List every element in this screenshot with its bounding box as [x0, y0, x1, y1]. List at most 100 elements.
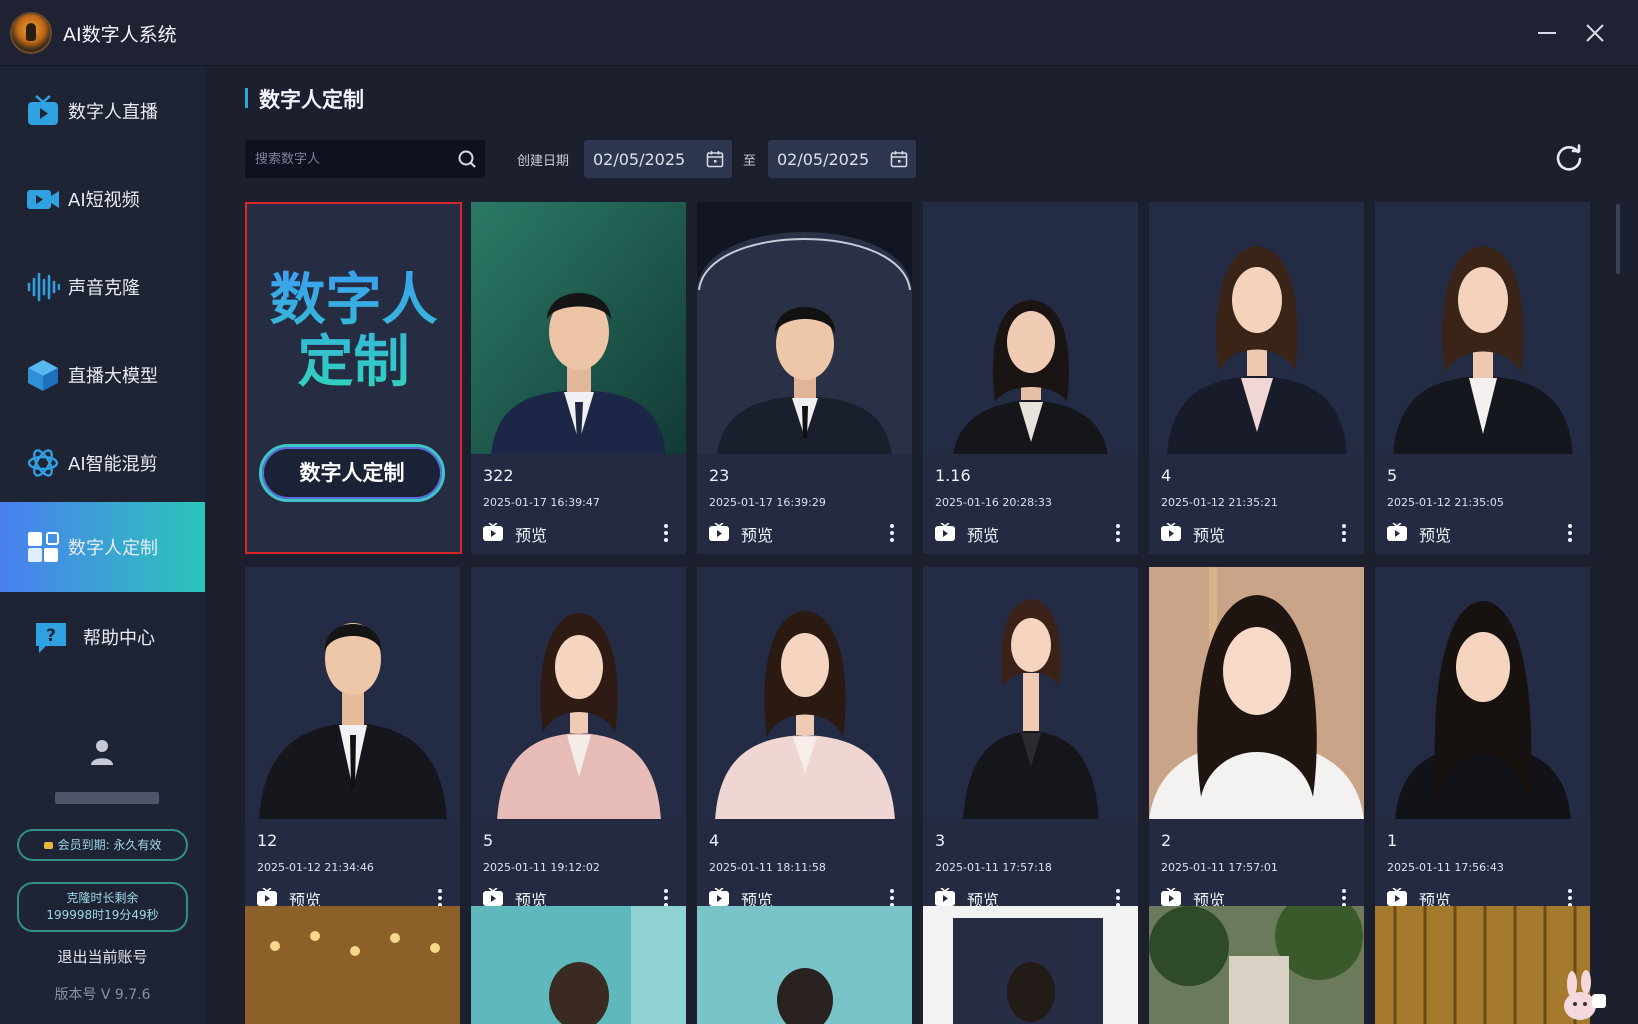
- end-date-picker[interactable]: 02/05/2025: [768, 140, 916, 178]
- avatar-created-time: 2025-01-12 21:35:21: [1161, 496, 1278, 509]
- main-content: 数字人定制 创建日期 02/05/2025 至 02/05/2025 数字人 定…: [205, 66, 1638, 1024]
- avatar-thumbnail[interactable]: [923, 906, 1138, 1024]
- svg-text:?: ?: [46, 626, 56, 646]
- preview-label: 预览: [1419, 526, 1452, 545]
- avatar-created-time: 2025-01-12 21:34:46: [257, 861, 374, 874]
- sidebar-item-label: 数字人直播: [68, 102, 158, 123]
- avatar-card[interactable]: 23 2025-01-17 16:39:29 预览: [697, 202, 912, 554]
- more-options-icon[interactable]: [1113, 522, 1123, 544]
- date-filter-label: 创建日期: [517, 154, 570, 169]
- avatar-thumbnail[interactable]: [471, 906, 686, 1024]
- grid-scrollbar[interactable]: [1616, 204, 1620, 274]
- avatar-name: 23: [709, 466, 730, 485]
- avatar-info: 23 2025-01-17 16:39:29 预览: [697, 454, 912, 554]
- avatar-thumbnail: [697, 202, 912, 456]
- avatar-thumbnail[interactable]: [245, 906, 460, 1024]
- clone-duration-label: 克隆时长剩余: [66, 891, 139, 905]
- preview-button[interactable]: 预览: [483, 520, 563, 545]
- preview-video-icon: [935, 523, 955, 541]
- preview-video-icon: [1161, 523, 1181, 541]
- avatar-info: 322 2025-01-17 16:39:47 预览: [471, 454, 686, 554]
- user-avatar-icon: [91, 740, 113, 765]
- avatar-card[interactable]: 1 2025-01-11 17:56:43 预览: [1375, 567, 1590, 919]
- clone-duration-box: 克隆时长剩余 199998时19分49秒: [17, 882, 188, 932]
- preview-video-icon: [1387, 523, 1407, 541]
- avatar-thumbnail[interactable]: [1149, 906, 1364, 1024]
- clone-duration-value: 199998时19分49秒: [46, 908, 159, 922]
- avatar-card[interactable]: 5 2025-01-12 21:35:05 预览: [1375, 202, 1590, 554]
- date-range-separator: 至: [743, 154, 757, 169]
- sidebar-item-label: 声音克隆: [68, 278, 140, 299]
- preview-video-icon: [1387, 888, 1407, 906]
- avatar-created-time: 2025-01-11 17:57:01: [1161, 861, 1278, 874]
- preview-video-icon: [709, 888, 729, 906]
- avatar-name: 322: [483, 466, 514, 485]
- sidebar-item-short-video[interactable]: AI短视频: [0, 154, 205, 244]
- avatar-info: 2 2025-01-11 17:57:01 预览: [1149, 819, 1364, 919]
- avatar-card[interactable]: 4 2025-01-11 18:11:58 预览: [697, 567, 912, 919]
- page-title: 数字人定制: [245, 84, 364, 114]
- calendar-icon: [706, 151, 724, 168]
- avatar-card[interactable]: 12 2025-01-12 21:34:46 预览: [245, 567, 460, 919]
- logout-link[interactable]: 退出当前账号: [0, 946, 205, 967]
- avatar-name: 12: [257, 831, 278, 850]
- avatar-info: 1 2025-01-11 17:56:43 预览: [1375, 819, 1590, 919]
- more-options-icon[interactable]: [1339, 522, 1349, 544]
- avatar-card[interactable]: 322 2025-01-17 16:39:47 预览: [471, 202, 686, 554]
- sidebar-item-custom-avatar[interactable]: 数字人定制: [0, 502, 205, 592]
- create-card-title-line: 数字人: [269, 268, 438, 333]
- sidebar-item-voice-clone[interactable]: 声音克隆: [0, 242, 205, 332]
- avatar-thumbnail: [471, 567, 686, 821]
- close-button[interactable]: [1578, 16, 1612, 50]
- preview-button[interactable]: 预览: [1161, 520, 1241, 545]
- avatar-created-time: 2025-01-16 20:28:33: [935, 496, 1052, 509]
- avatar-info: 5 2025-01-11 19:12:02 预览: [471, 819, 686, 919]
- preview-button[interactable]: 预览: [935, 520, 1015, 545]
- more-options-icon[interactable]: [661, 522, 671, 544]
- preview-video-icon: [935, 888, 955, 906]
- avatar-card[interactable]: 2 2025-01-11 17:57:01 预览: [1149, 567, 1364, 919]
- avatar-thumbnail: [1149, 567, 1364, 821]
- preview-label: 预览: [515, 526, 548, 545]
- mascot-icon[interactable]: [1560, 970, 1606, 1024]
- calendar-icon: [890, 151, 908, 168]
- sidebar-item-ai-mix[interactable]: AI智能混剪: [0, 418, 205, 508]
- end-date-value: 02/05/2025: [777, 150, 870, 169]
- search-input[interactable]: [255, 149, 445, 169]
- more-options-icon[interactable]: [1565, 522, 1575, 544]
- more-options-icon[interactable]: [887, 522, 897, 544]
- avatar-grid: 数字人 定制 数字人定制 322 2025-01-17 16:39:47 预览 …: [245, 202, 1607, 1024]
- avatar-card[interactable]: 4 2025-01-12 21:35:21 预览: [1149, 202, 1364, 554]
- preview-video-icon: [257, 888, 277, 906]
- create-avatar-button[interactable]: 数字人定制: [259, 444, 445, 502]
- preview-button[interactable]: 预览: [709, 520, 789, 545]
- avatar-name: 4: [709, 831, 720, 850]
- refresh-icon[interactable]: [1554, 144, 1584, 174]
- avatar-card[interactable]: 5 2025-01-11 19:12:02 预览: [471, 567, 686, 919]
- minimize-button[interactable]: [1530, 16, 1564, 50]
- waveform-icon: [27, 272, 60, 302]
- sidebar-item-help[interactable]: ? 帮助中心: [0, 592, 205, 682]
- avatar-created-time: 2025-01-11 17:56:43: [1387, 861, 1504, 874]
- avatar-created-time: 2025-01-11 18:11:58: [709, 861, 826, 874]
- start-date-picker[interactable]: 02/05/2025: [584, 140, 732, 178]
- avatar-thumbnail[interactable]: [697, 906, 912, 1024]
- avatar-card[interactable]: 1.16 2025-01-16 20:28:33 预览: [923, 202, 1138, 554]
- search-icon[interactable]: [457, 149, 477, 169]
- preview-video-icon: [709, 523, 729, 541]
- create-avatar-card[interactable]: 数字人 定制 数字人定制: [245, 202, 462, 554]
- avatar-thumbnail[interactable]: [1375, 906, 1590, 1024]
- sidebar-item-live[interactable]: 数字人直播: [0, 66, 205, 156]
- avatar-thumbnail: [697, 567, 912, 821]
- avatar-created-time: 2025-01-17 16:39:29: [709, 496, 826, 509]
- sidebar-item-label: AI短视频: [68, 190, 140, 211]
- avatar-name: 5: [1387, 466, 1398, 485]
- avatar-name: 2: [1161, 831, 1172, 850]
- avatar-thumbnail: [471, 202, 686, 456]
- sidebar-item-live-model[interactable]: 直播大模型: [0, 330, 205, 420]
- avatar-card[interactable]: 3 2025-01-11 17:57:18 预览: [923, 567, 1138, 919]
- avatar-info: 3 2025-01-11 17:57:18 预览: [923, 819, 1138, 919]
- preview-button[interactable]: 预览: [1387, 520, 1467, 545]
- app-title: AI数字人系统: [63, 24, 177, 46]
- avatar-created-time: 2025-01-11 17:57:18: [935, 861, 1052, 874]
